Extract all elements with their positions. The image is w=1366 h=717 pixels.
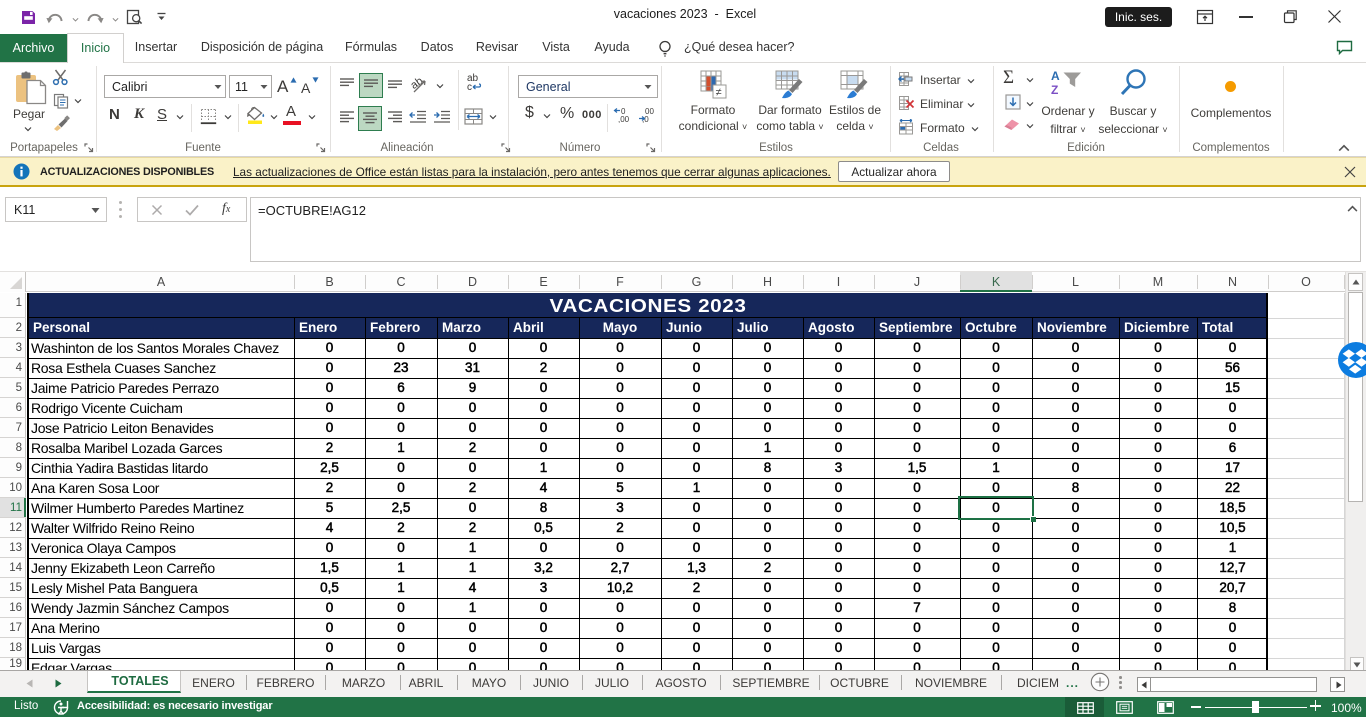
svg-text:,00: ,00 [618, 115, 630, 124]
svg-text:Z: Z [1051, 83, 1058, 96]
svg-text:≠: ≠ [716, 87, 722, 99]
svg-text:A: A [1051, 69, 1060, 83]
svg-text:c: c [467, 82, 472, 92]
